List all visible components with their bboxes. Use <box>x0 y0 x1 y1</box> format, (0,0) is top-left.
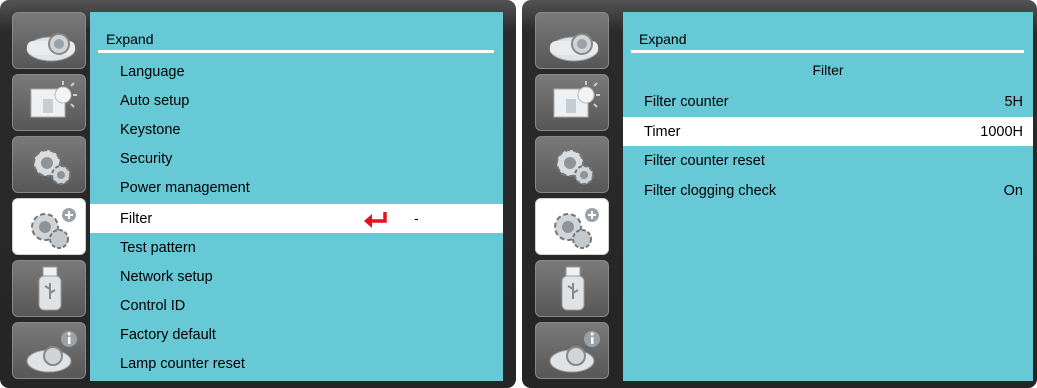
row-label: Filter counter reset <box>644 153 765 169</box>
row-filter-counter-reset[interactable]: Filter counter reset <box>623 146 1033 175</box>
picture-adjust-icon[interactable] <box>535 74 609 131</box>
info-projector-icon[interactable] <box>12 322 86 379</box>
menu-header: Expand <box>90 12 503 57</box>
expand-gear-plus-icon[interactable] <box>12 198 86 255</box>
osd-panel-filter: Expand Filter Filter counter 5H Timer 10… <box>522 0 1037 388</box>
menu-item-label: Keystone <box>120 122 181 138</box>
menu-item-label: Filter <box>120 211 153 227</box>
menu-item-network-setup[interactable]: Network setup <box>90 262 503 291</box>
row-label: Filter counter <box>644 94 729 110</box>
submenu-title: Filter <box>812 62 844 78</box>
menu-header: Expand <box>623 12 1033 57</box>
menu-item-security[interactable]: Security <box>90 144 503 173</box>
menu-item-label: Test pattern <box>120 240 196 256</box>
row-filter-counter[interactable]: Filter counter 5H <box>623 87 1033 116</box>
row-timer[interactable]: Timer 1000H <box>623 117 1033 146</box>
menu-item-label: Factory default <box>120 327 216 343</box>
filter-value: - <box>414 210 419 226</box>
row-filter-clogging-check[interactable]: Filter clogging check On <box>623 176 1033 205</box>
menu-item-label: Control ID <box>120 298 186 314</box>
menu-item-label: Network setup <box>120 269 213 285</box>
menu-item-label: Security <box>120 151 173 167</box>
menu-item-label: Language <box>120 64 185 80</box>
projector-icon[interactable] <box>12 12 86 69</box>
menu-item-label: Lamp counter reset <box>120 356 245 372</box>
menu-item-label: Power management <box>120 180 250 196</box>
row-value: 1000H <box>980 124 1023 140</box>
info-projector-icon[interactable] <box>535 322 609 379</box>
menu-item-label: Auto setup <box>120 93 190 109</box>
category-icon-column <box>535 12 609 382</box>
menu-item-language[interactable]: Language <box>90 57 503 86</box>
menu-item-power-management[interactable]: Power management <box>90 173 503 202</box>
menu-item-control-id[interactable]: Control ID <box>90 291 503 320</box>
menu-item-keystone[interactable]: Keystone <box>90 115 503 144</box>
menu-item-factory-default[interactable]: Factory default <box>90 320 503 349</box>
expand-gear-plus-icon[interactable] <box>535 198 609 255</box>
menu-item-lamp-counter-reset[interactable]: Lamp counter reset <box>90 349 503 378</box>
row-label: Timer <box>644 124 681 140</box>
header-divider <box>631 50 1024 53</box>
usb-memory-icon[interactable] <box>535 260 609 317</box>
picture-adjust-icon[interactable] <box>12 74 86 131</box>
header-divider <box>98 50 494 53</box>
menu-area: Expand Language Auto setup Keystone Secu… <box>90 12 503 381</box>
setting-gear-icon[interactable] <box>535 136 609 193</box>
menu-area: Expand Filter Filter counter 5H Timer 10… <box>623 12 1033 381</box>
enter-arrow-icon <box>364 212 387 228</box>
menu-item-test-pattern[interactable]: Test pattern <box>90 233 503 262</box>
projector-icon[interactable] <box>535 12 609 69</box>
usb-memory-icon[interactable] <box>12 260 86 317</box>
setting-gear-icon[interactable] <box>12 136 86 193</box>
menu-title: Expand <box>106 31 154 47</box>
menu-item-filter[interactable]: Filter - <box>90 204 503 233</box>
menu-item-auto-setup[interactable]: Auto setup <box>90 86 503 115</box>
menu-title: Expand <box>639 31 687 47</box>
row-label: Filter clogging check <box>644 183 777 199</box>
category-icon-column <box>12 12 86 382</box>
row-value: On <box>1003 183 1023 199</box>
osd-panel-expand: Expand Language Auto setup Keystone Secu… <box>0 0 516 388</box>
row-value: 5H <box>1004 94 1023 110</box>
